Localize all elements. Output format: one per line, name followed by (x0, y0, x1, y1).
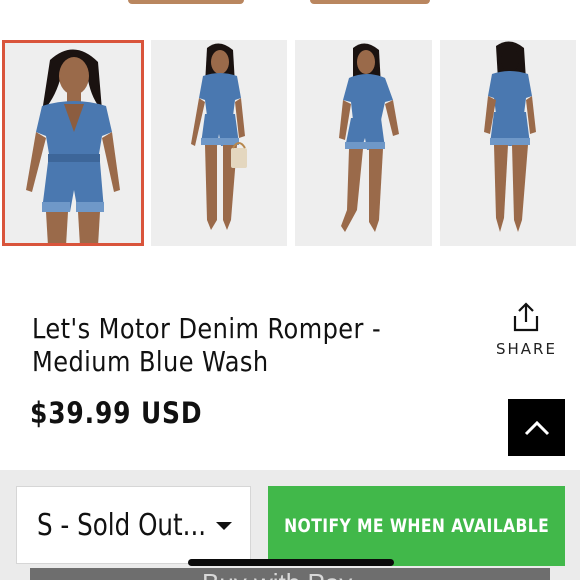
notify-me-button[interactable]: NOTIFY ME WHEN AVAILABLE (268, 486, 565, 566)
share-label: SHARE (496, 340, 557, 358)
share-button[interactable]: SHARE (496, 302, 556, 358)
image-edge (310, 0, 430, 4)
image-edge (128, 0, 244, 4)
thumbnail-1[interactable] (2, 40, 144, 246)
caret-down-icon (216, 522, 232, 530)
size-selected-value: S - Sold Out... (37, 507, 207, 543)
chevron-up-icon (524, 420, 549, 435)
thumbnail-2[interactable] (151, 40, 287, 246)
model-image-front (2, 40, 144, 246)
scroll-to-top-button[interactable] (508, 399, 565, 456)
thumbnail-3[interactable] (295, 40, 432, 246)
model-image-three-quarter (295, 40, 432, 246)
apple-pay-button[interactable]: Buy with Pay (30, 568, 550, 580)
share-icon (513, 302, 539, 332)
notify-label: NOTIFY ME WHEN AVAILABLE (283, 515, 550, 537)
model-image-back (440, 40, 576, 246)
size-select[interactable]: S - Sold Out... (16, 486, 251, 564)
product-title: Let's Motor Denim Romper - Medium Blue W… (32, 312, 410, 378)
product-title-line-2: Medium Blue Wash (32, 345, 269, 378)
model-image-with-bag (151, 40, 287, 246)
thumbnail-4[interactable] (440, 40, 576, 246)
apple-pay-label: Buy with Pay (202, 568, 352, 580)
previous-image-strip (0, 0, 580, 6)
product-price: $39.99 USD (30, 396, 203, 430)
thumbnail-gallery (0, 40, 580, 248)
home-indicator (188, 559, 394, 566)
product-title-line-1: Let's Motor Denim Romper - (32, 312, 382, 345)
